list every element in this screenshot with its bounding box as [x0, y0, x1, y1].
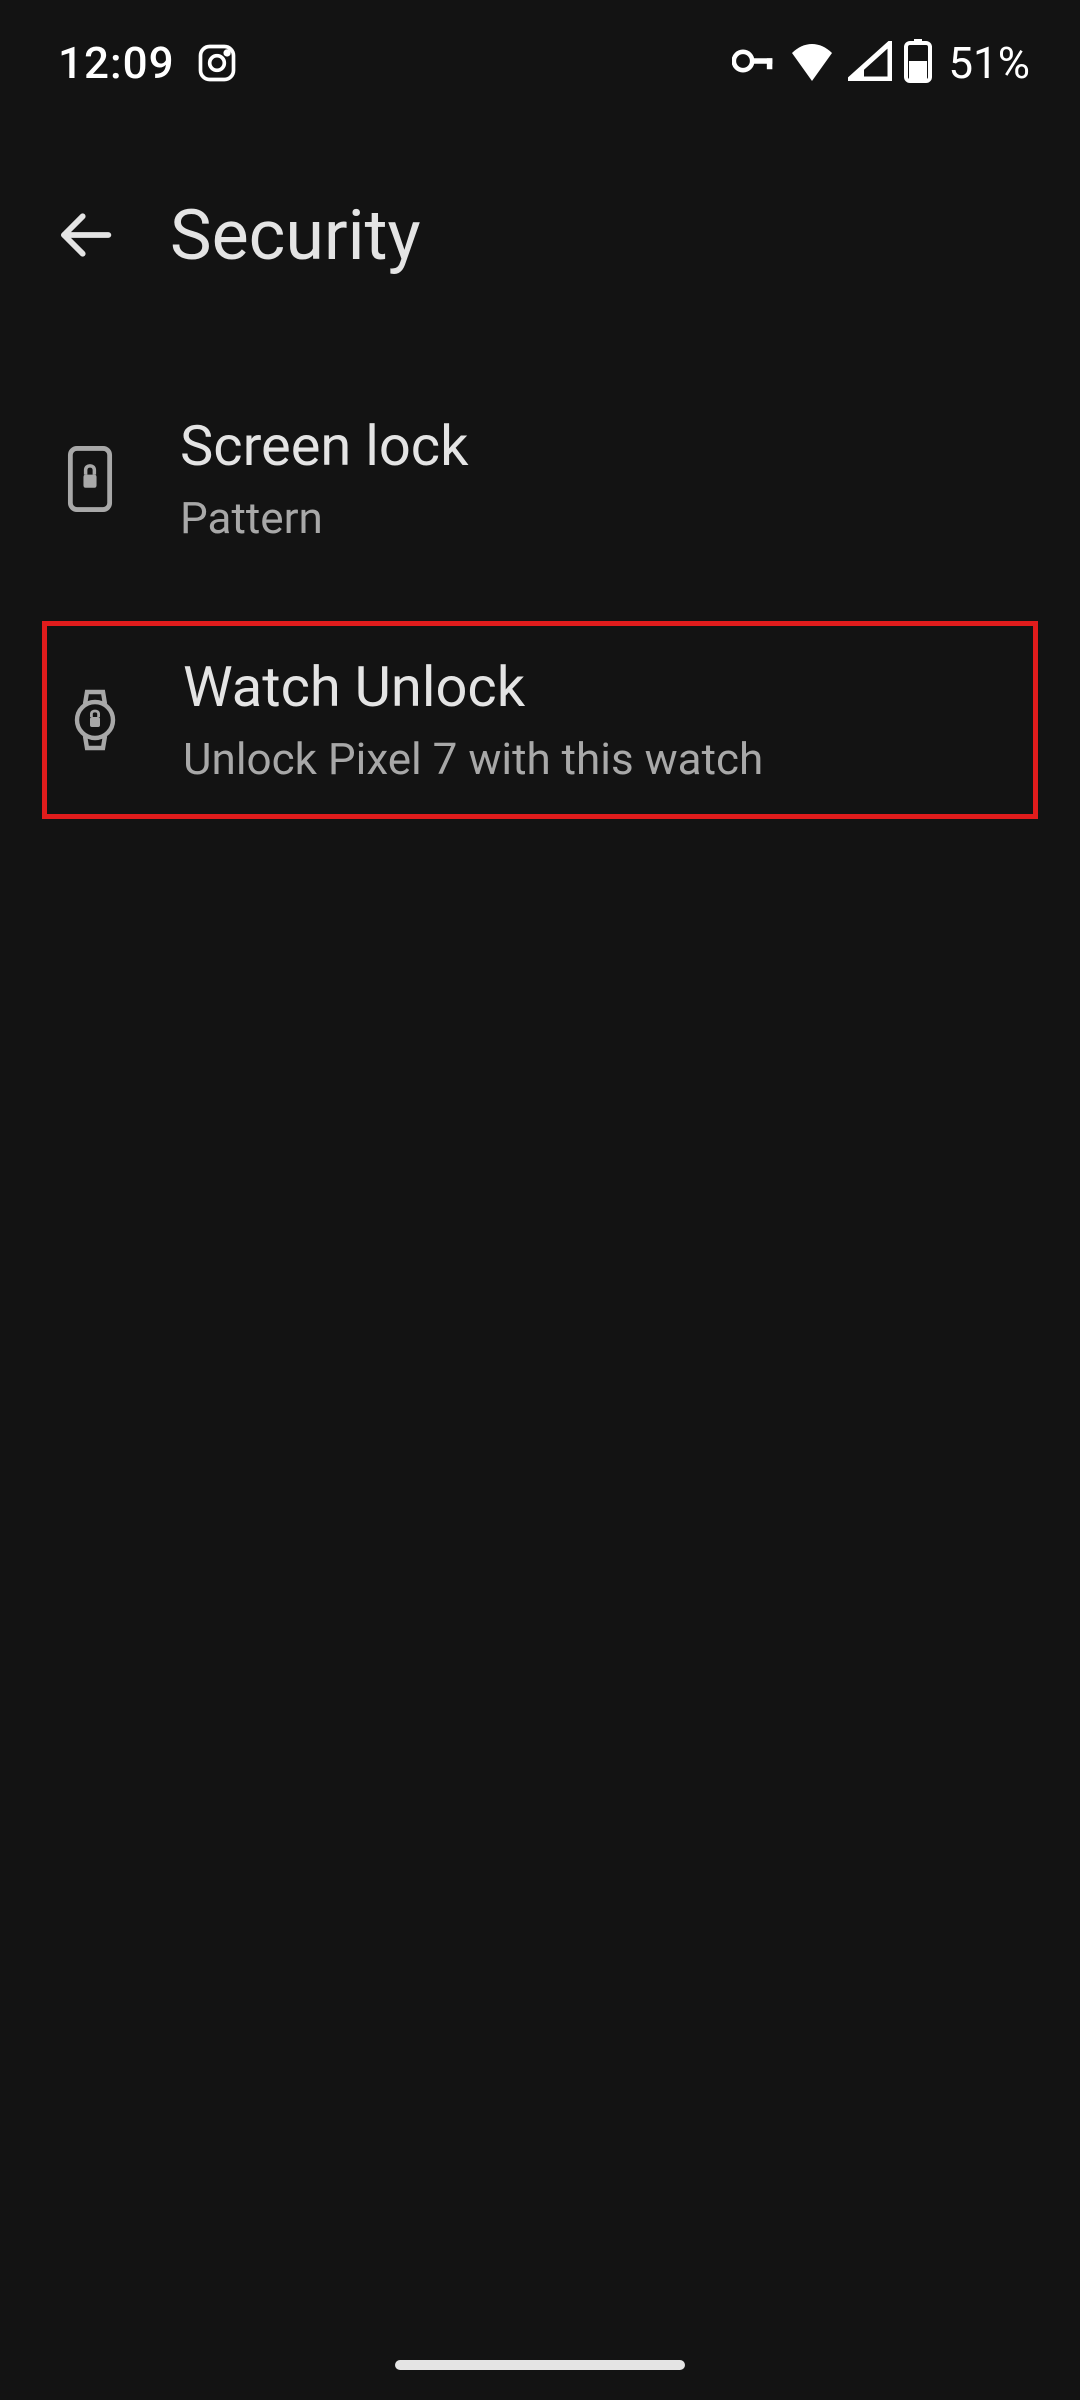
setting-title: Watch Unlock: [183, 654, 763, 721]
watch-lock-icon: [65, 690, 125, 750]
setting-content: Screen lock Pattern: [180, 413, 468, 545]
settings-list: Screen lock Pattern Watch Unlock Unlock …: [0, 317, 1080, 819]
cellular-signal-icon: [848, 41, 892, 85]
back-button[interactable]: [50, 201, 120, 271]
setting-subtitle: Unlock Pixel 7 with this watch: [183, 733, 763, 786]
battery-icon: [904, 39, 932, 87]
page-title: Security: [170, 195, 421, 277]
instagram-icon: [195, 41, 239, 85]
setting-content: Watch Unlock Unlock Pixel 7 with this wa…: [183, 654, 763, 786]
status-bar: 12:09: [0, 0, 1080, 115]
setting-item-watch-unlock[interactable]: Watch Unlock Unlock Pixel 7 with this wa…: [42, 621, 1038, 819]
phone-lock-icon: [60, 449, 120, 509]
status-right: 51%: [732, 37, 1030, 89]
setting-subtitle: Pattern: [180, 492, 468, 545]
vpn-key-icon: [732, 47, 776, 79]
battery-percent: 51%: [948, 37, 1030, 89]
app-header: Security: [0, 115, 1080, 317]
gesture-navigation-bar[interactable]: [395, 2360, 685, 2370]
wifi-icon: [788, 41, 836, 85]
setting-item-screen-lock[interactable]: Screen lock Pattern: [0, 377, 1080, 581]
status-left: 12:09: [58, 37, 239, 89]
setting-title: Screen lock: [180, 413, 468, 480]
status-time: 12:09: [58, 37, 175, 89]
arrow-left-icon: [57, 207, 113, 266]
